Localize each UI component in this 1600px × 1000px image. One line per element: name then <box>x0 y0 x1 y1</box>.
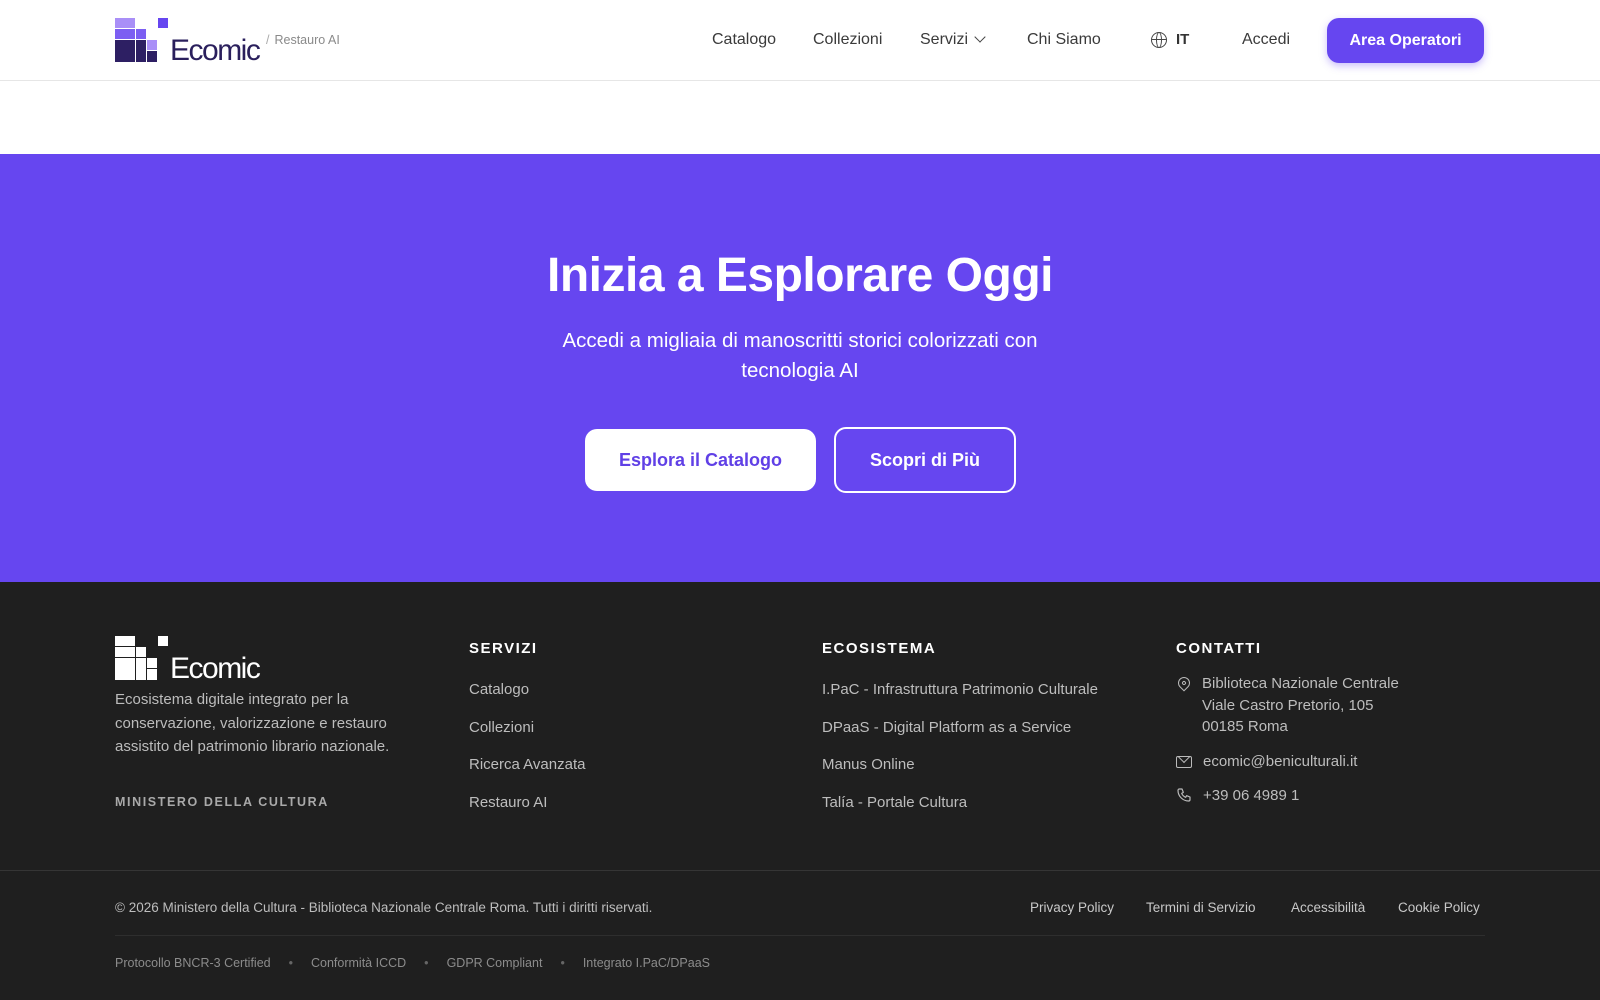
chevron-down-icon <box>974 31 986 43</box>
cta-title: Inizia a Esplorare Oggi <box>547 249 1053 302</box>
footer-contatti-heading: CONTATTI <box>1176 640 1262 657</box>
cta-subtitle: Accedi a migliaia di manoscritti storici… <box>562 329 1038 382</box>
site-footer: Ecomic Ecosistema digitale integrato per… <box>0 582 1600 1000</box>
footer-divider-bottom <box>115 935 1485 936</box>
terms-link[interactable]: Termini di Servizio <box>1146 900 1256 915</box>
footer-link-ricerca-avanzata[interactable]: Ricerca Avanzata <box>469 756 585 794</box>
contact-address: Biblioteca Nazionale Centrale Viale Cast… <box>1175 673 1399 738</box>
breadcrumb-current[interactable]: Restauro AI <box>274 33 339 47</box>
certification-badges: Protocollo BNCR-3 Certified • Conformità… <box>115 956 710 970</box>
nav-servizi[interactable]: Servizi <box>920 31 986 49</box>
badge-separator: • <box>424 956 429 970</box>
footer-logo[interactable]: Ecomic <box>115 636 261 685</box>
footer-link-talia[interactable]: Talía - Portale Cultura <box>822 794 1098 832</box>
footer-divider <box>0 870 1600 871</box>
address-line-3: 00185 Roma <box>1202 718 1288 735</box>
badge-separator: • <box>288 956 293 970</box>
nav-catalogo[interactable]: Catalogo <box>712 31 776 49</box>
ministry-label: MINISTERO DELLA CULTURA <box>115 795 329 809</box>
language-selector[interactable]: IT <box>1151 31 1189 48</box>
nav-chi-siamo[interactable]: Chi Siamo <box>1027 31 1101 49</box>
contact-phone: +39 06 4989 1 <box>1176 785 1399 807</box>
contact-phone-number[interactable]: +39 06 4989 1 <box>1203 785 1299 807</box>
breadcrumb: / Restauro AI <box>266 33 340 47</box>
logo[interactable]: Ecomic <box>115 18 261 67</box>
footer-servizi-column: SERVIZI Catalogo Collezioni Ricerca Avan… <box>469 640 585 831</box>
logo-text: Ecomic <box>170 34 261 67</box>
footer-ecosistema-column: ECOSISTEMA I.PaC - Infrastruttura Patrim… <box>822 640 1098 831</box>
footer-servizi-heading: SERVIZI <box>469 640 538 657</box>
footer-link-manus-online[interactable]: Manus Online <box>822 756 1098 794</box>
site-header: Ecomic / Restauro AI Catalogo Collezioni … <box>0 0 1600 81</box>
footer-logo-text: Ecomic <box>170 652 261 685</box>
cookie-policy-link[interactable]: Cookie Policy <box>1398 900 1480 915</box>
badge-bncr: Protocollo BNCR-3 Certified <box>115 956 271 970</box>
footer-contatti-column: CONTATTI Biblioteca Nazionale Centrale V… <box>1175 640 1399 807</box>
footer-link-dpaas[interactable]: DPaaS - Digital Platform as a Service <box>822 719 1098 757</box>
language-label: IT <box>1176 31 1190 48</box>
breadcrumb-separator: / <box>266 33 270 47</box>
explore-catalog-button[interactable]: Esplora il Catalogo <box>585 429 816 491</box>
login-link[interactable]: Accedi <box>1242 31 1290 49</box>
badge-iccd: Conformità ICCD <box>311 956 407 970</box>
copyright: © 2026 Ministero della Cultura - Bibliot… <box>115 900 653 915</box>
address-line-2: Viale Castro Pretorio, 105 <box>1202 696 1374 714</box>
nav-servizi-label: Servizi <box>920 31 969 48</box>
badge-separator: • <box>560 956 565 970</box>
badge-ipac-dpaas: Integrato I.PaC/DPaaS <box>582 956 710 970</box>
nav-collezioni[interactable]: Collezioni <box>813 31 882 49</box>
mail-icon <box>1176 755 1192 768</box>
contact-email: ecomic@beniculturali.it <box>1176 751 1399 773</box>
address-line-1: Biblioteca Nazionale Centrale <box>1202 675 1399 692</box>
accessibility-link[interactable]: Accessibilità <box>1291 900 1365 915</box>
phone-icon <box>1177 788 1191 802</box>
badge-gdpr: GDPR Compliant <box>446 956 543 970</box>
cta-section: Inizia a Esplorare Oggi Accedi a migliai… <box>0 154 1600 582</box>
footer-link-collezioni[interactable]: Collezioni <box>469 719 585 757</box>
footer-link-ipac[interactable]: I.PaC - Infrastruttura Patrimonio Cultur… <box>822 681 1098 719</box>
footer-link-restauro-ai[interactable]: Restauro AI <box>469 794 585 832</box>
logo-mark-icon <box>115 18 171 64</box>
footer-logo-mark-icon <box>115 636 171 682</box>
contact-email-link[interactable]: ecomic@beniculturali.it <box>1203 751 1357 773</box>
footer-link-catalogo[interactable]: Catalogo <box>469 681 585 719</box>
map-pin-icon <box>1175 674 1193 692</box>
privacy-policy-link[interactable]: Privacy Policy <box>1030 900 1114 915</box>
learn-more-button[interactable]: Scopri di Più <box>834 427 1016 493</box>
footer-ecosistema-heading: ECOSISTEMA <box>822 640 937 657</box>
footer-description: Ecosistema digitale integrato per la con… <box>115 691 390 755</box>
operator-area-button[interactable]: Area Operatori <box>1327 18 1484 63</box>
globe-icon <box>1151 31 1167 48</box>
